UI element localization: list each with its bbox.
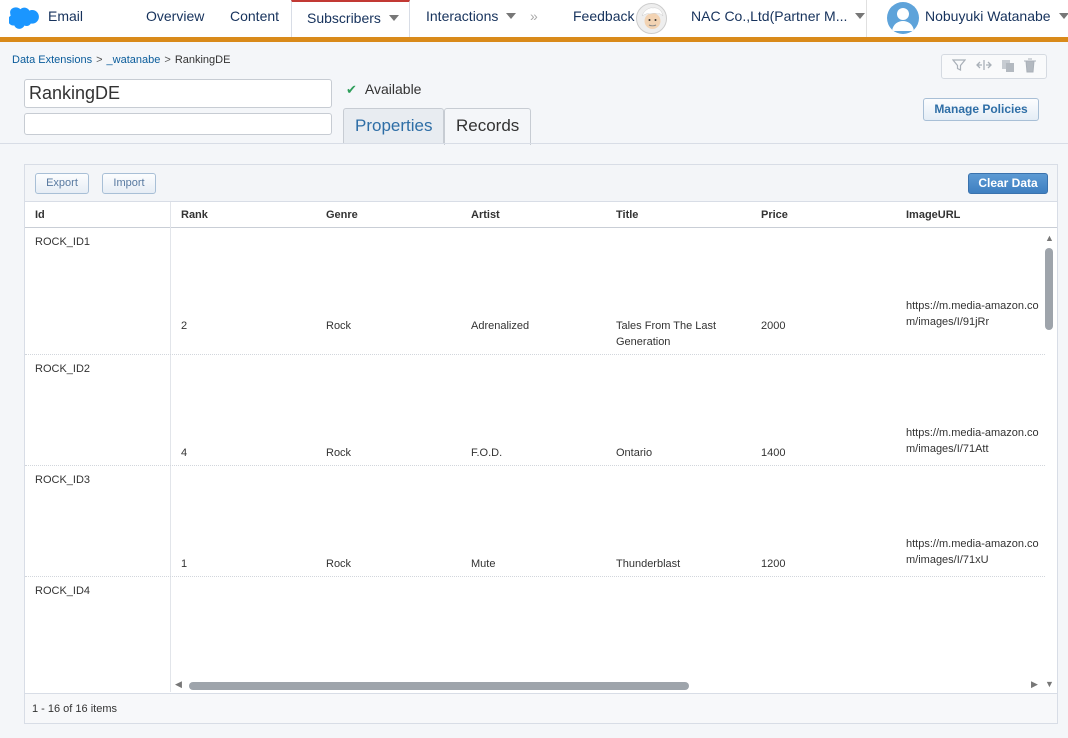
pagination-info: 1 - 16 of 16 items bbox=[32, 703, 117, 715]
column-divider bbox=[170, 202, 171, 228]
breadcrumb-folder[interactable]: _watanabe bbox=[107, 54, 161, 66]
nav-interactions-label: Interactions bbox=[426, 8, 499, 24]
cell-title: Ontario bbox=[616, 447, 653, 459]
data-extension-name-input[interactable] bbox=[24, 79, 332, 108]
cell-genre: Rock bbox=[326, 447, 352, 459]
user-avatar-icon[interactable] bbox=[887, 2, 919, 34]
top-navigation: Email Overview Content Subscribers Inter… bbox=[0, 0, 1068, 42]
double-chevron-right-icon[interactable]: » bbox=[530, 8, 538, 24]
cell-id: ROCK_ID4 bbox=[35, 585, 91, 597]
horizontal-scroll-thumb[interactable] bbox=[189, 682, 689, 690]
nav-interactions[interactable]: Interactions bbox=[426, 0, 517, 37]
nav-divider bbox=[866, 0, 867, 37]
column-header-genre[interactable]: Genre bbox=[326, 202, 358, 228]
cell-imageurl: https://m.media-amazon.com/images/I/71At… bbox=[906, 427, 1039, 455]
tab-records[interactable]: Records bbox=[444, 108, 532, 145]
table-row[interactable]: ROCK_ID1 2 Rock Adrenalized Tales From T… bbox=[25, 228, 1045, 355]
cell-price: 2000 bbox=[761, 320, 786, 332]
cell-id: ROCK_ID1 bbox=[35, 236, 91, 248]
header-divider bbox=[0, 143, 1068, 144]
user-menu[interactable]: Nobuyuki Watanabe bbox=[925, 0, 1068, 37]
breadcrumb-separator: > bbox=[96, 54, 103, 66]
cell-title: Tales From The Last Generation bbox=[616, 320, 717, 348]
business-unit-label: NAC Co.,Ltd(Partner M... bbox=[691, 8, 848, 24]
horizontal-scrollbar[interactable]: ◀ ▶ bbox=[175, 679, 1041, 693]
export-button[interactable]: Export bbox=[35, 173, 89, 194]
nav-subscribers[interactable]: Subscribers bbox=[291, 0, 410, 37]
table-body: ROCK_ID1 2 Rock Adrenalized Tales From T… bbox=[25, 228, 1057, 692]
clear-data-button[interactable]: Clear Data bbox=[968, 173, 1048, 194]
scroll-down-icon[interactable]: ▼ bbox=[1045, 679, 1054, 689]
copy-icon[interactable] bbox=[1000, 58, 1016, 77]
nav-subscribers-label: Subscribers bbox=[307, 10, 381, 26]
user-name: Nobuyuki Watanabe bbox=[925, 8, 1051, 24]
cell-genre: Rock bbox=[326, 320, 352, 332]
chevron-down-icon bbox=[388, 15, 399, 22]
records-panel: Export Import Clear Data Id Rank Genre A… bbox=[24, 164, 1058, 724]
cell-imageurl: https://m.media-amazon.com/images/I/91jR… bbox=[906, 300, 1039, 328]
nav-content[interactable]: Content bbox=[230, 0, 279, 37]
cell-rank: 2 bbox=[181, 320, 188, 332]
table-header: Id Rank Genre Artist Title Price ImageUR… bbox=[25, 202, 1057, 228]
compare-arrows-icon[interactable] bbox=[976, 58, 992, 75]
delete-icon[interactable] bbox=[1023, 58, 1037, 76]
einstein-avatar-icon[interactable] bbox=[636, 3, 667, 34]
column-header-rank[interactable]: Rank bbox=[181, 202, 208, 228]
status-indicator: ✔ Available bbox=[346, 81, 421, 98]
record-toolbar bbox=[941, 54, 1047, 79]
cell-price: 1400 bbox=[761, 447, 786, 459]
cell-rank: 4 bbox=[181, 447, 188, 459]
column-header-title[interactable]: Title bbox=[616, 202, 638, 228]
data-extension-description-input[interactable] bbox=[24, 113, 332, 135]
tab-properties[interactable]: Properties bbox=[343, 108, 445, 144]
cell-id: ROCK_ID2 bbox=[35, 363, 91, 375]
table-row[interactable]: ROCK_ID2 4 Rock F.O.D. Ontario 1400 http… bbox=[25, 355, 1045, 466]
breadcrumb: Data Extensions > _watanabe > RankingDE bbox=[12, 54, 230, 66]
cell-genre: Rock bbox=[326, 558, 352, 570]
column-header-artist[interactable]: Artist bbox=[471, 202, 500, 228]
vertical-scroll-thumb[interactable] bbox=[1045, 248, 1053, 330]
cell-artist: F.O.D. bbox=[471, 447, 503, 459]
column-header-id[interactable]: Id bbox=[35, 202, 45, 228]
records-toolbar: Export Import Clear Data bbox=[25, 165, 1057, 202]
vertical-scrollbar[interactable]: ▲ ▼ bbox=[1043, 233, 1057, 693]
nav-overview[interactable]: Overview bbox=[146, 0, 204, 37]
import-button[interactable]: Import bbox=[102, 173, 156, 194]
chevron-down-icon bbox=[855, 13, 866, 20]
table-row[interactable]: ROCK_ID4 bbox=[25, 577, 1045, 692]
manage-policies-button[interactable]: Manage Policies bbox=[923, 98, 1039, 121]
breadcrumb-data-extensions[interactable]: Data Extensions bbox=[12, 54, 92, 66]
cell-imageurl: https://m.media-amazon.com/images/I/71xU bbox=[906, 538, 1039, 566]
feedback-link[interactable]: Feedback bbox=[573, 0, 634, 37]
scroll-right-icon[interactable]: ▶ bbox=[1031, 679, 1038, 690]
checkmark-icon: ✔ bbox=[346, 82, 357, 97]
filter-icon[interactable] bbox=[951, 58, 967, 75]
cell-rank: 1 bbox=[181, 558, 188, 570]
table-row[interactable]: ROCK_ID3 1 Rock Mute Thunderblast 1200 h… bbox=[25, 466, 1045, 577]
cell-id: ROCK_ID3 bbox=[35, 474, 91, 486]
cell-title: Thunderblast bbox=[616, 558, 681, 570]
breadcrumb-separator: > bbox=[164, 54, 171, 66]
column-header-imageurl[interactable]: ImageURL bbox=[906, 202, 960, 228]
cell-artist: Adrenalized bbox=[471, 320, 530, 332]
chevron-down-icon bbox=[1058, 13, 1068, 20]
cell-price: 1200 bbox=[761, 558, 786, 570]
chevron-down-icon bbox=[506, 13, 517, 20]
app-name[interactable]: Email bbox=[48, 0, 83, 37]
status-text: Available bbox=[364, 81, 422, 97]
nav-business-unit[interactable]: NAC Co.,Ltd(Partner M... bbox=[691, 0, 866, 37]
cell-artist: Mute bbox=[471, 558, 496, 570]
scroll-up-icon[interactable]: ▲ bbox=[1045, 233, 1054, 243]
salesforce-cloud-icon[interactable] bbox=[9, 7, 41, 29]
breadcrumb-current: RankingDE bbox=[174, 54, 231, 66]
scroll-left-icon[interactable]: ◀ bbox=[175, 679, 182, 690]
table-footer: 1 - 16 of 16 items bbox=[25, 693, 1057, 723]
column-header-price[interactable]: Price bbox=[761, 202, 788, 228]
